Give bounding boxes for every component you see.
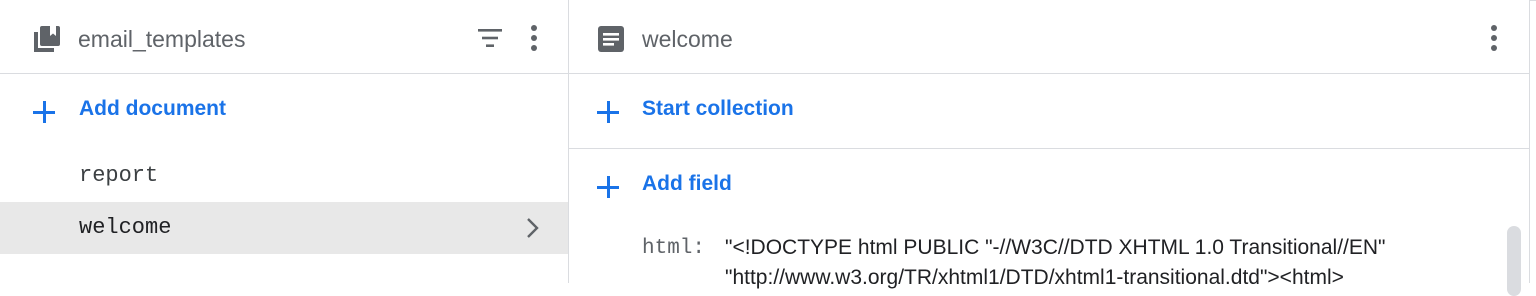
start-collection-label: Start collection — [642, 97, 794, 120]
document-item-welcome[interactable]: welcome — [0, 202, 568, 254]
document-icon — [598, 26, 624, 52]
firestore-viewer: email_templates Add document report welc… — [0, 0, 1536, 296]
divider — [569, 148, 1529, 149]
field-key: html: — [642, 237, 706, 260]
collection-title: email_templates — [78, 26, 246, 52]
plus-icon — [33, 101, 55, 123]
more-vert-icon[interactable] — [1489, 25, 1499, 51]
plus-icon — [597, 101, 619, 123]
chevron-right-icon — [527, 218, 539, 238]
document-id: welcome — [79, 215, 172, 240]
collection-panel: email_templates Add document report welc… — [0, 0, 569, 283]
document-header: welcome — [569, 0, 1529, 74]
scrollbar-thumb[interactable] — [1507, 226, 1521, 296]
add-field-label: Add field — [642, 172, 732, 195]
collection-icon — [34, 26, 60, 52]
field-value[interactable]: "<!DOCTYPE html PUBLIC "-//W3C//DTD XHTM… — [725, 236, 1386, 260]
document-title: welcome — [642, 26, 733, 52]
more-vert-icon[interactable] — [529, 25, 539, 51]
plus-icon — [597, 176, 619, 198]
field-value-continued[interactable]: "http://www.w3.org/TR/xhtml1/DTD/xhtml1-… — [725, 266, 1344, 290]
document-item-report[interactable]: report — [0, 150, 568, 202]
filter-icon[interactable] — [478, 26, 502, 50]
add-document-label: Add document — [79, 97, 226, 120]
collection-header: email_templates — [0, 0, 568, 74]
document-id: report — [79, 163, 159, 188]
